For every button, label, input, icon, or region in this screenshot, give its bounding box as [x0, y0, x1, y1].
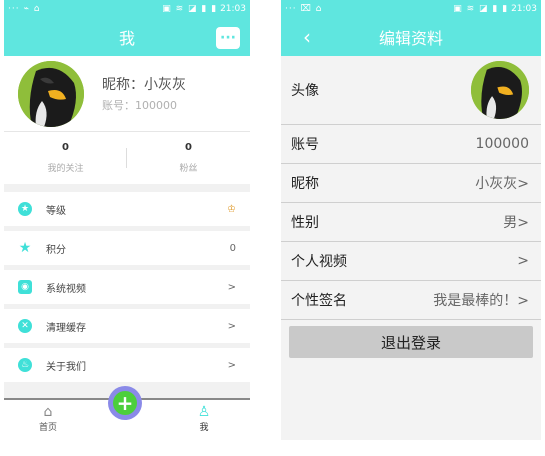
edit-profile-screen: ··· ⌧ ⌂ ▣ ≋ ◪ ▮ ▮ 21:03 ‹ 编辑资料 头像 账号 100…: [281, 0, 541, 440]
menu-label: 积分: [46, 244, 66, 256]
nav-home[interactable]: ⌂ 首页: [28, 404, 68, 433]
row-label: 昵称: [291, 176, 319, 192]
app-bar: ‹ 编辑资料: [281, 18, 541, 56]
avatar[interactable]: [18, 60, 84, 127]
add-button[interactable]: +: [108, 386, 142, 420]
nickname-row[interactable]: 昵称 小灰灰>: [281, 164, 541, 203]
following-stat[interactable]: 0 我的关注: [4, 132, 127, 184]
flame-icon: ♨: [18, 358, 32, 372]
clear-icon: ✕: [18, 319, 32, 333]
chevron-right-icon: >: [517, 253, 529, 269]
menu-list: ★ 等级 ♔ ★ 积分 0 ◉ 系统视频 > ✕ 清理缓存 > ♨ 关于我们 >: [4, 192, 250, 382]
crown-icon: ♔: [227, 203, 236, 215]
stats-bar: 0 我的关注 0 粉丝: [4, 131, 250, 184]
avatar-row[interactable]: 头像: [281, 56, 541, 125]
plus-icon: +: [113, 391, 137, 415]
star-icon: ★: [18, 240, 32, 256]
back-arrow-icon[interactable]: ‹: [303, 25, 311, 49]
menu-label: 等级: [46, 205, 66, 217]
nav-me[interactable]: ♙ 我: [184, 404, 224, 433]
row-value: 男>: [503, 215, 529, 231]
chevron-right-icon: >: [227, 320, 236, 332]
stats-divider: [126, 148, 127, 168]
account-row[interactable]: 账号 100000: [281, 125, 541, 164]
following-count: 0: [62, 142, 69, 153]
home-icon: ⌂: [43, 404, 53, 420]
following-label: 我的关注: [47, 164, 84, 174]
avatar[interactable]: [471, 61, 529, 119]
app-bar: 我 ···: [4, 18, 250, 56]
row-label: 个性签名: [291, 293, 347, 309]
status-bar: ··· ⌁ ⌂ ▣ ≋ ◪ ▮ ▮ 21:03: [4, 0, 250, 18]
camera-icon: ◉: [18, 280, 32, 294]
row-label: 性别: [291, 215, 319, 231]
gender-row[interactable]: 性别 男>: [281, 203, 541, 242]
status-right-icons: ▣ ≋ ◪ ▮ ▮: [162, 4, 218, 14]
menu-item-level[interactable]: ★ 等级 ♔: [4, 192, 250, 226]
account-text: 账号：100000: [102, 99, 177, 112]
status-right-icons: ▣ ≋ ◪ ▮ ▮: [453, 4, 509, 14]
fans-count: 0: [185, 142, 192, 153]
status-bar: ··· ⌧ ⌂ ▣ ≋ ◪ ▮ ▮ 21:03: [281, 0, 541, 18]
personal-video-row[interactable]: 个人视频 >: [281, 242, 541, 281]
nav-home-label: 首页: [38, 423, 57, 433]
menu-value: 0: [229, 242, 236, 254]
chevron-right-icon: >: [227, 359, 236, 371]
status-left-icons: ··· ⌧ ⌂: [285, 4, 323, 14]
profile-screen: ··· ⌁ ⌂ ▣ ≋ ◪ ▮ ▮ 21:03 我 ··· 昵称：小灰灰 账号：…: [4, 0, 250, 440]
menu-item-about[interactable]: ♨ 关于我们 >: [4, 348, 250, 382]
nickname-text: 昵称：小灰灰: [102, 77, 186, 93]
row-value: 小灰灰>: [475, 176, 529, 192]
status-time: 21:03: [220, 4, 246, 14]
bottom-nav: ⌂ 首页 + ♙ 我: [4, 386, 250, 440]
menu-item-points[interactable]: ★ 积分 0: [4, 231, 250, 265]
menu-item-system-video[interactable]: ◉ 系统视频 >: [4, 270, 250, 304]
avatar-label: 头像: [291, 83, 319, 99]
menu-label: 清理缓存: [46, 322, 86, 334]
fans-stat[interactable]: 0 粉丝: [127, 132, 250, 184]
row-label: 账号: [291, 137, 319, 153]
menu-item-clear-cache[interactable]: ✕ 清理缓存 >: [4, 309, 250, 343]
menu-label: 关于我们: [46, 361, 86, 373]
nav-me-label: 我: [199, 423, 209, 433]
status-time: 21:03: [511, 4, 537, 14]
row-label: 个人视频: [291, 254, 347, 270]
chat-bubble-icon[interactable]: ···: [216, 27, 240, 49]
star-icon: ★: [18, 202, 32, 216]
status-left-icons: ··· ⌁ ⌂: [8, 4, 41, 14]
signature-row[interactable]: 个性签名 我是最棒的！>: [281, 281, 541, 320]
profile-header[interactable]: 昵称：小灰灰 账号：100000: [4, 56, 250, 131]
menu-label: 系统视频: [46, 283, 86, 295]
page-title: 我: [118, 29, 135, 48]
logout-button[interactable]: 退出登录: [289, 326, 533, 358]
person-icon: ♙: [197, 404, 211, 420]
page-title: 编辑资料: [378, 29, 443, 48]
row-value: 100000: [475, 136, 529, 152]
fans-label: 粉丝: [179, 164, 198, 174]
row-value: 我是最棒的！>: [433, 293, 529, 309]
chevron-right-icon: >: [227, 281, 236, 293]
